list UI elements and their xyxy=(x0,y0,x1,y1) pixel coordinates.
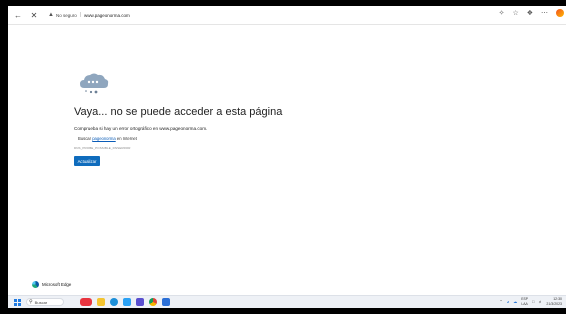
taskbar-search[interactable]: ⚲ Buscar xyxy=(26,298,64,306)
volume-icon[interactable]: ♬ xyxy=(538,299,542,304)
windows-start-icon[interactable] xyxy=(14,299,21,306)
store-icon[interactable] xyxy=(123,298,131,306)
spell-check-host: www.pageonorma.com xyxy=(159,126,207,131)
chrome-icon[interactable] xyxy=(149,298,157,306)
chevron-up-icon[interactable]: ⌃ xyxy=(499,299,502,304)
onedrive-icon[interactable]: ☁ xyxy=(513,299,517,304)
word-icon[interactable] xyxy=(162,298,170,306)
search-link[interactable]: pageonorma xyxy=(92,136,116,141)
spell-check-suffix: . xyxy=(206,126,208,131)
brand-name: Microsoft Edge xyxy=(42,282,72,287)
media-app-icon[interactable] xyxy=(80,298,92,306)
reader-icon[interactable]: ✧ xyxy=(499,9,505,17)
security-indicator[interactable]: ▲ No seguro | www.pageonorma.com xyxy=(48,12,130,18)
edge-logo-icon xyxy=(32,281,39,288)
language-sub: LAA xyxy=(521,301,528,306)
error-code: DNS_PROBE_POSSIBLE_DNSERROR xyxy=(74,146,131,150)
warning-icon: ▲ xyxy=(48,12,54,18)
browser-window: ← ✕ ▲ No seguro | www.pageonorma.com ✧ ☆… xyxy=(8,6,566,308)
taskbar-search-placeholder: Buscar xyxy=(34,299,48,305)
favorite-icon[interactable]: ☆ xyxy=(512,9,518,17)
taskbar: ⚲ Buscar ⌃ ◕ ☁ ESP LAA □ ♬ 12:30 21/3/20… xyxy=(8,295,566,308)
refresh-button[interactable]: Actualizar xyxy=(74,156,100,166)
back-icon[interactable]: ← xyxy=(12,9,24,21)
collections-icon[interactable]: ❖ xyxy=(527,9,533,17)
edge-branding: Microsoft Edge xyxy=(32,281,71,288)
edge-profile-icon[interactable] xyxy=(556,9,564,17)
network-icon[interactable]: □ xyxy=(532,299,534,304)
wifi-icon[interactable]: ◕ xyxy=(507,299,509,304)
cloud-error-icon xyxy=(78,70,110,96)
address-bar: ← ✕ ▲ No seguro | www.pageonorma.com ✧ ☆… xyxy=(8,6,566,25)
spell-check-message: Comprueba si hay un error ortográfico en… xyxy=(74,126,207,131)
close-icon[interactable]: ✕ xyxy=(28,9,40,21)
system-tray: ⌃ ◕ ☁ ESP LAA □ ♬ 12:30 21/3/2023 xyxy=(499,297,562,306)
spell-check-prefix: Comprueba si hay un error ortográfico en xyxy=(74,126,160,131)
toolbar-icons: ✧ ☆ ❖ ⋯ xyxy=(499,9,564,17)
url-separator: | xyxy=(79,12,82,18)
url-text[interactable]: www.pageonorma.com xyxy=(84,13,130,18)
clock[interactable]: 12:30 21/3/2023 xyxy=(546,297,562,306)
more-icon[interactable]: ⋯ xyxy=(541,9,548,17)
edge-taskbar-icon[interactable] xyxy=(110,298,118,306)
search-suggestion: Buscar pageonorma en Internet xyxy=(78,136,137,141)
security-label: No seguro xyxy=(55,12,77,18)
clock-date: 21/3/2023 xyxy=(546,301,562,306)
file-explorer-icon[interactable] xyxy=(97,298,105,306)
error-title: Vaya... no se puede acceder a esta págin… xyxy=(74,106,283,118)
search-icon: ⚲ xyxy=(29,299,33,305)
language-indicator[interactable]: ESP LAA xyxy=(521,297,528,306)
search-prefix: Buscar xyxy=(78,136,93,141)
teams-icon[interactable] xyxy=(136,298,144,306)
taskbar-apps xyxy=(80,298,170,306)
search-suffix: en Internet xyxy=(115,136,137,141)
